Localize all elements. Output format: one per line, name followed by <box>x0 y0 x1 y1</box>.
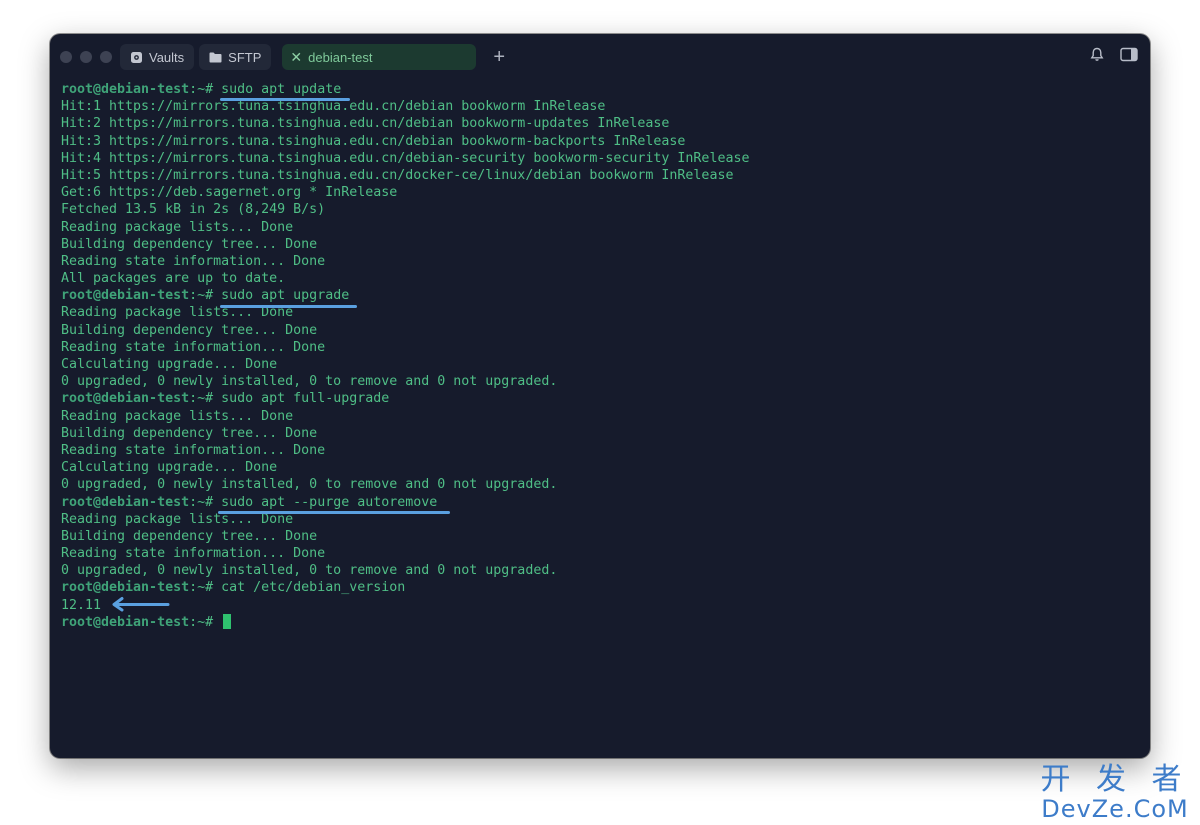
prompt-line: root@debian-test:~# sudo apt upgrade <box>61 287 1140 304</box>
window-controls <box>60 51 112 63</box>
watermark-top: 开 发 者 <box>1040 762 1190 797</box>
command-text: sudo apt update <box>221 82 342 97</box>
tab-vaults[interactable]: Vaults <box>120 44 195 70</box>
output-line: Reading state information... Done <box>61 339 326 355</box>
output-line: 0 upgraded, 0 newly installed, 0 to remo… <box>61 563 558 579</box>
sidebar-icon[interactable] <box>1120 47 1138 62</box>
command-text: cat /etc/debian_version <box>221 580 406 596</box>
close-window-button[interactable] <box>60 51 72 63</box>
shell-prompt: root@debian-test <box>61 288 190 304</box>
output-line: Reading state information... Done <box>61 442 326 458</box>
output-line: Calculating upgrade... Done <box>61 460 278 476</box>
folder-icon <box>209 52 222 63</box>
title-bar: Vaults SFTP ✕ debian-test + <box>50 34 1150 80</box>
output-line: Reading state information... Done <box>61 546 326 562</box>
prompt-suffix: :~# <box>189 288 222 304</box>
output-line: All packages are up to date. <box>61 271 286 287</box>
prompt-suffix: :~# <box>189 614 222 630</box>
bell-icon[interactable] <box>1090 47 1104 62</box>
vault-icon <box>130 51 143 64</box>
prompt-line: root@debian-test:~# sudo apt --purge aut… <box>61 494 1140 511</box>
shell-prompt: root@debian-test <box>61 614 190 630</box>
output-line: Calculating upgrade... Done <box>61 357 278 372</box>
output-line: Hit:5 https://mirrors.tuna.tsinghua.edu.… <box>61 167 734 183</box>
terminal-window: Vaults SFTP ✕ debian-test + root@debian-… <box>50 34 1150 758</box>
watermark-logo: 开 发 者 DevZe.CoM <box>1040 762 1190 823</box>
tab-sftp-label: SFTP <box>228 49 262 65</box>
shell-prompt: root@debian-test <box>61 580 190 596</box>
text-cursor <box>223 613 232 629</box>
prompt-line: root@debian-test:~# cat /etc/debian_vers… <box>61 579 1140 596</box>
prompt-line: root@debian-test:~# sudo apt full-upgrad… <box>61 390 1140 407</box>
tab-sftp[interactable]: SFTP <box>199 44 272 70</box>
output-line: Reading package lists... Done <box>61 219 294 235</box>
prompt-suffix: :~# <box>189 391 222 407</box>
close-icon[interactable]: ✕ <box>290 50 302 64</box>
output-line: Reading package lists... Done <box>61 408 294 424</box>
tab-debian-test-label: debian-test <box>308 49 373 65</box>
output-line: Building dependency tree... Done <box>61 322 318 338</box>
shell-prompt: root@debian-test <box>61 391 190 407</box>
output-line: Building dependency tree... Done <box>61 425 318 441</box>
tab-vaults-label: Vaults <box>149 49 185 65</box>
output-line: Get:6 https://deb.sagernet.org * InRelea… <box>61 185 398 201</box>
output-line: 0 upgraded, 0 newly installed, 0 to remo… <box>61 477 558 493</box>
tab-debian-test[interactable]: ✕ debian-test <box>282 44 477 70</box>
output-line: Building dependency tree... Done <box>61 236 318 252</box>
prompt-line: root@debian-test:~# <box>61 613 1140 631</box>
output-line: Building dependency tree... Done <box>61 528 318 544</box>
annotation-underline-upgrade <box>220 305 357 308</box>
prompt-suffix: :~# <box>189 82 222 97</box>
output-line: Fetched 13.5 kB in 2s (8,249 B/s) <box>61 202 326 218</box>
prompt-suffix: :~# <box>189 494 222 510</box>
output-line: Hit:4 https://mirrors.tuna.tsinghua.edu.… <box>61 150 750 166</box>
output-line: 0 upgraded, 0 newly installed, 0 to remo… <box>61 374 558 390</box>
minimize-window-button[interactable] <box>80 51 92 63</box>
new-tab-button[interactable]: + <box>493 47 505 67</box>
annotation-underline-autoremove <box>218 511 450 514</box>
command-text: sudo apt --purge autoremove <box>221 494 438 510</box>
watermark-bottom: DevZe.CoM <box>1041 795 1189 823</box>
command-text: sudo apt upgrade <box>221 288 350 304</box>
command-text: sudo apt full-upgrade <box>221 391 390 407</box>
annotation-arrow-icon <box>112 597 170 612</box>
output-line: Hit:2 https://mirrors.tuna.tsinghua.edu.… <box>61 116 670 132</box>
shell-prompt: root@debian-test <box>61 82 190 97</box>
title-bar-actions <box>1090 47 1138 62</box>
zoom-window-button[interactable] <box>100 51 112 63</box>
output-line: Reading state information... Done <box>61 253 326 269</box>
annotation-underline-update <box>220 98 350 101</box>
output-line: Hit:3 https://mirrors.tuna.tsinghua.edu.… <box>61 133 686 149</box>
terminal-output[interactable]: root@debian-test:~# sudo apt update Hit:1… <box>61 81 1140 758</box>
prompt-suffix: :~# <box>189 580 222 596</box>
shell-prompt: root@debian-test <box>61 494 190 510</box>
output-line: 12.11 <box>61 597 102 613</box>
prompt-line: root@debian-test:~# sudo apt update <box>61 81 1140 98</box>
